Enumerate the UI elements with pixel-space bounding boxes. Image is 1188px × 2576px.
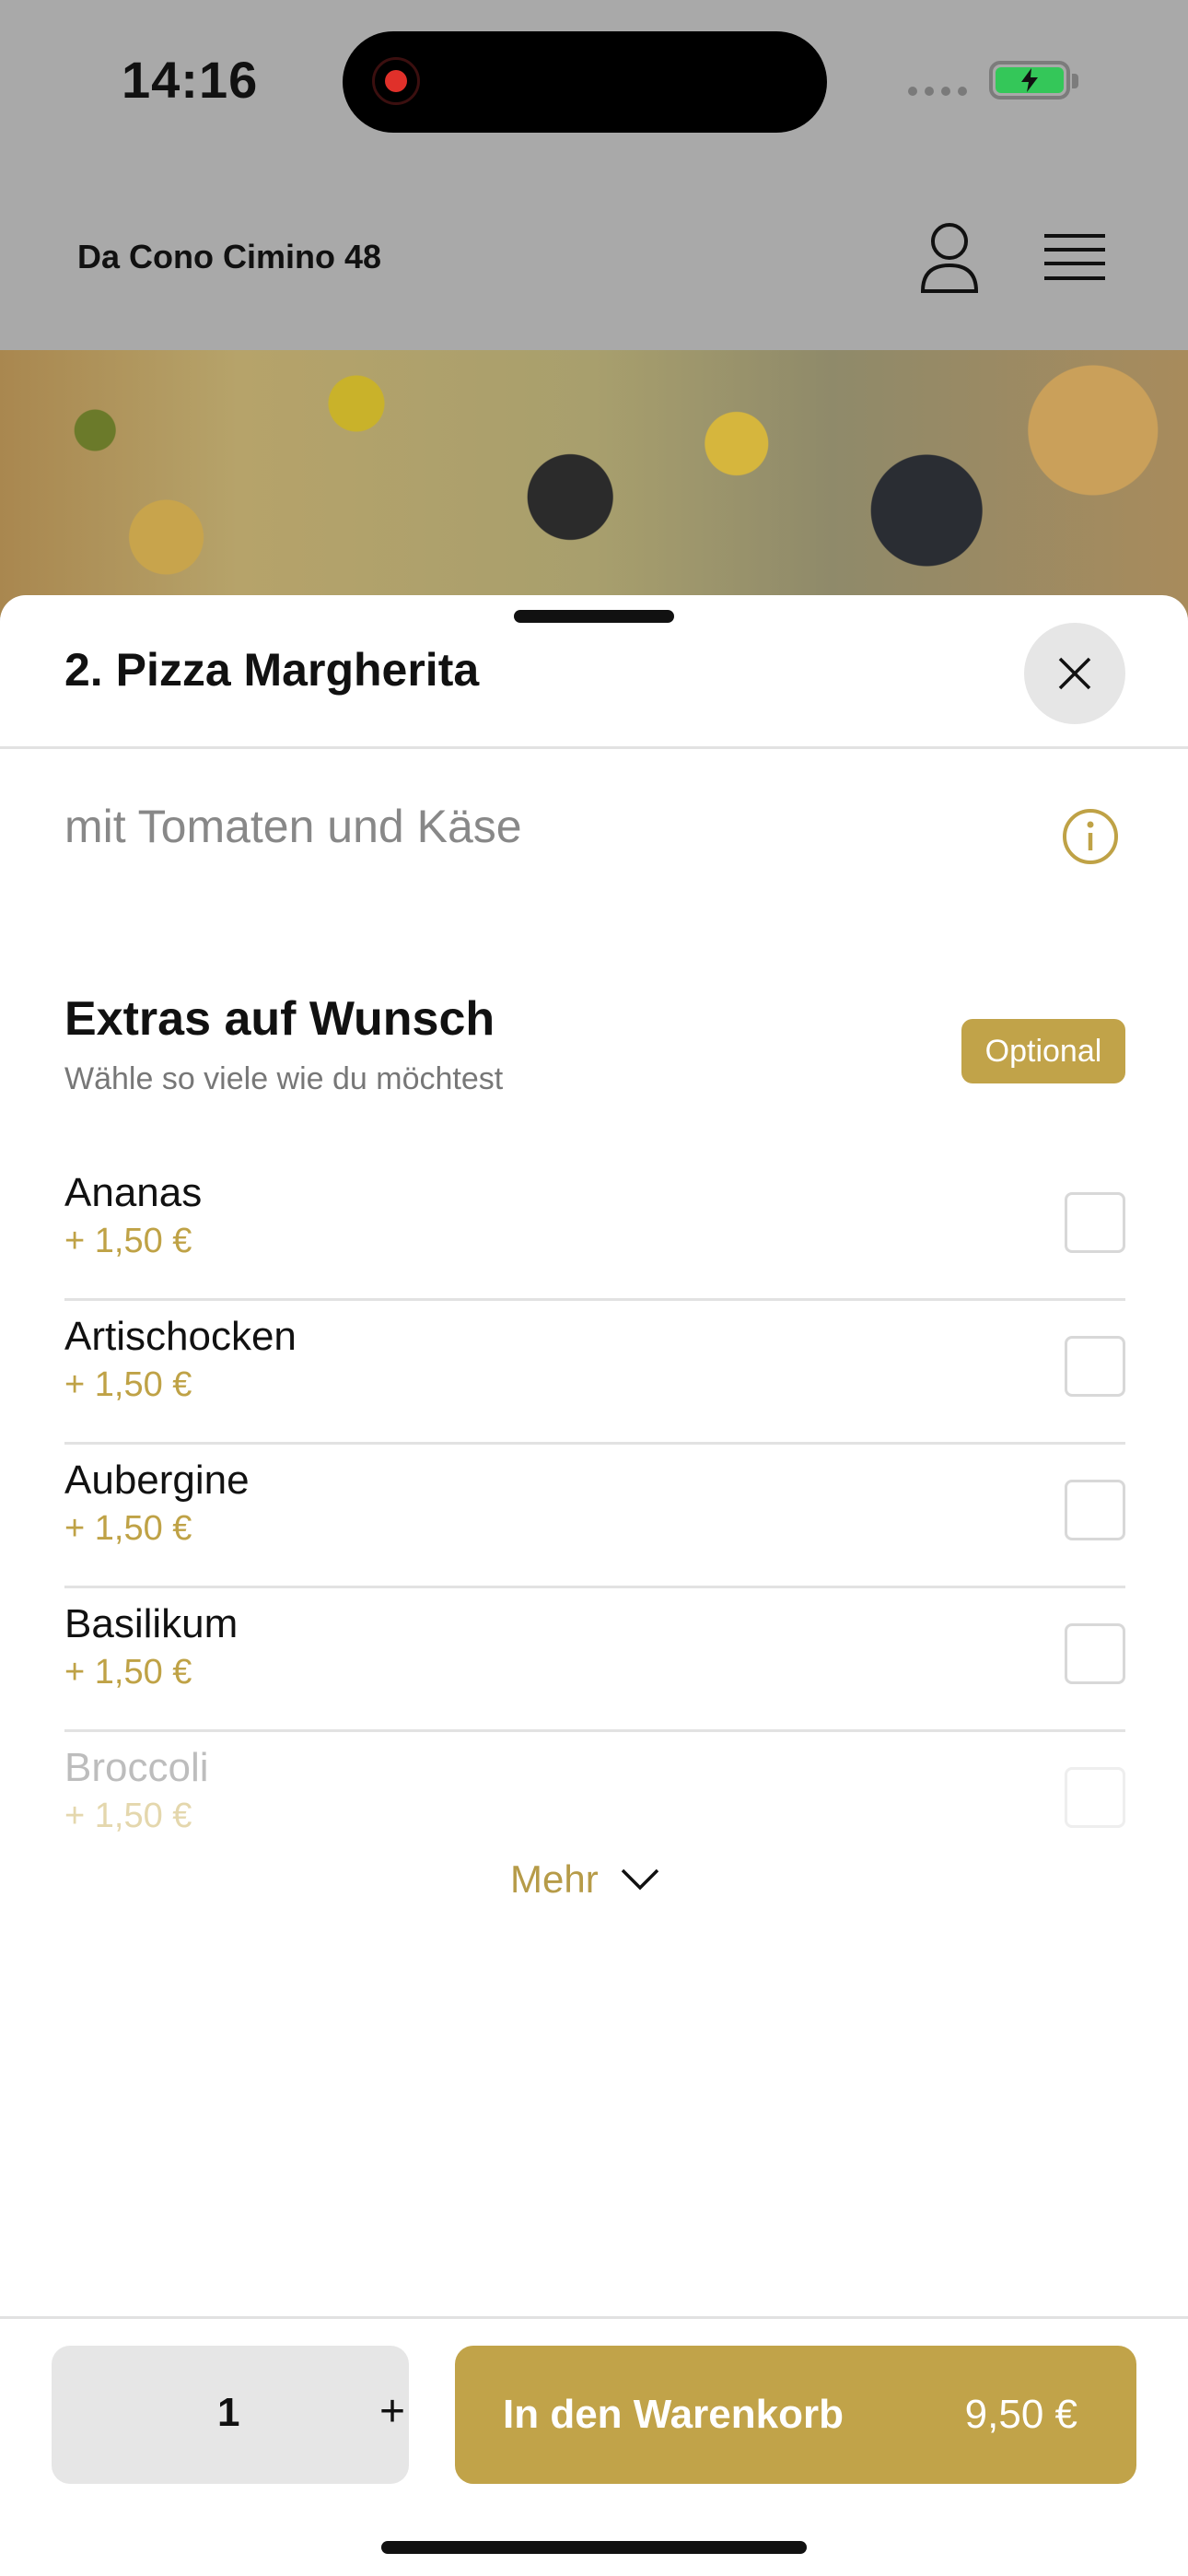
option-checkbox[interactable] [1065,1192,1125,1253]
optional-badge: Optional [961,1019,1125,1083]
pizza-hero-image [0,350,1188,617]
increment-button[interactable]: + [379,2386,405,2437]
extra-option[interactable]: Basilikum + 1,50 € [64,1588,1125,1732]
extra-option[interactable]: Ananas + 1,50 € [64,1157,1125,1301]
status-bar: 14:16 [0,0,1188,166]
option-price: + 1,50 € [64,1509,192,1548]
option-price: + 1,50 € [64,1365,192,1404]
option-checkbox[interactable] [1065,1336,1125,1397]
cart-label: In den Warenkorb [503,2392,844,2437]
option-name: Aubergine [64,1458,250,1503]
chevron-down-icon [621,1868,658,1891]
menu-icon[interactable] [1044,232,1105,284]
option-checkbox[interactable] [1065,1767,1125,1828]
info-icon[interactable] [1061,807,1120,866]
extra-option[interactable]: Aubergine + 1,50 € [64,1445,1125,1588]
close-icon [1058,657,1091,690]
product-description: mit Tomaten und Käse [64,801,522,852]
record-icon [372,57,420,105]
divider [0,746,1188,749]
status-time: 14:16 [122,51,259,109]
option-name: Artischocken [64,1314,297,1359]
option-name: Ananas [64,1170,203,1215]
extras-title: Extras auf Wunsch [64,992,495,1046]
divider [0,2316,1188,2319]
option-name: Basilikum [64,1601,239,1646]
cart-price: 9,50 € [964,2392,1077,2437]
extra-option[interactable]: Artischocken + 1,50 € [64,1301,1125,1445]
add-to-cart-button[interactable]: In den Warenkorb 9,50 € [455,2346,1136,2484]
extra-option[interactable]: Broccoli + 1,50 € [64,1732,1125,1876]
option-name: Broccoli [64,1745,209,1790]
home-indicator [381,2541,807,2554]
signal-icon [908,87,967,96]
option-price: + 1,50 € [64,1222,192,1260]
extras-subtitle: Wähle so viele wie du möchtest [64,1061,504,1096]
product-sheet: 2. Pizza Margherita mit Tomaten und Käse… [0,595,1188,2576]
quantity-value: 1 [217,2390,240,2435]
option-price: + 1,50 € [64,1653,192,1692]
option-checkbox[interactable] [1065,1623,1125,1684]
restaurant-name[interactable]: Da Cono Cimino 48 [77,238,381,276]
battery-cap [1072,74,1078,88]
more-label: Mehr [510,1857,599,1901]
option-checkbox[interactable] [1065,1480,1125,1540]
user-icon[interactable] [917,221,982,295]
option-price: + 1,50 € [64,1797,192,1835]
quantity-stepper: 1 + [52,2346,409,2484]
sheet-grabber[interactable] [514,610,674,623]
product-title: 2. Pizza Margherita [64,644,480,696]
close-button[interactable] [1024,623,1125,724]
more-button[interactable]: Mehr [510,1857,659,1902]
battery-icon [989,61,1070,100]
